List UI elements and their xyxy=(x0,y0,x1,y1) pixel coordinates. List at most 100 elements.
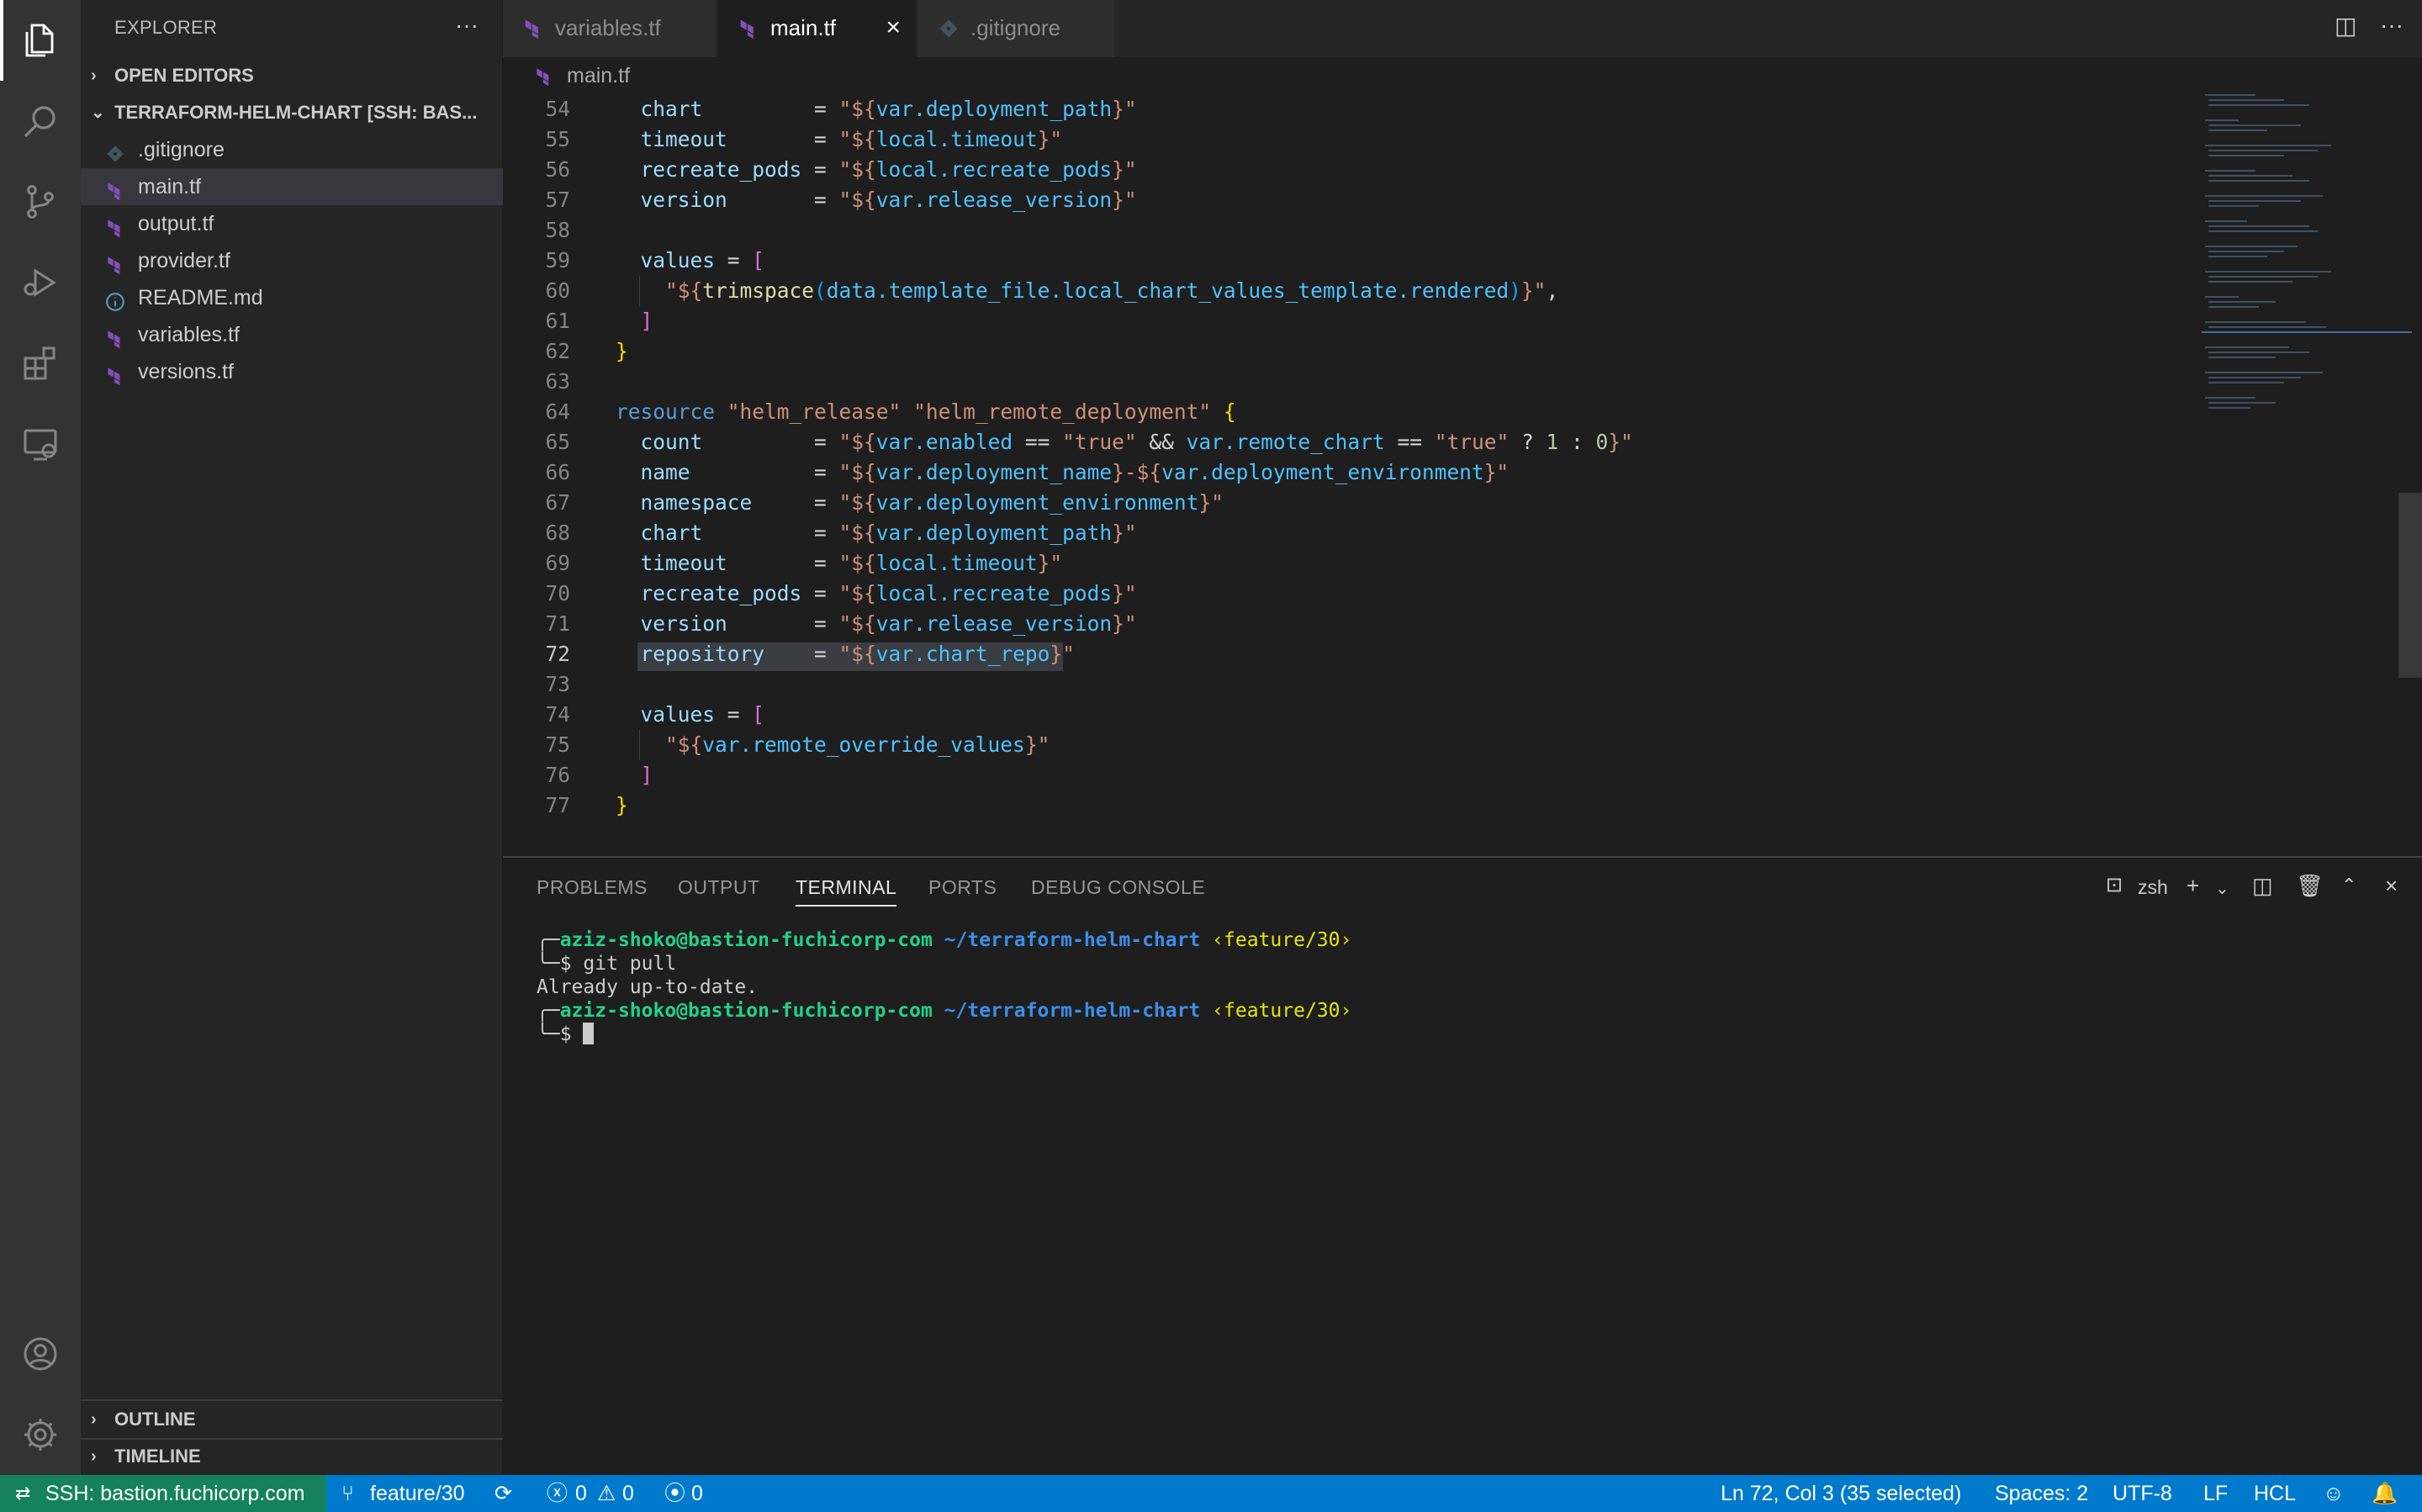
line-number: 71 xyxy=(545,611,570,636)
breadcrumb[interactable]: main.tf xyxy=(503,57,2422,94)
terminal-command: $ git pull xyxy=(559,953,677,975)
code-line: 59 values = [ xyxy=(503,246,2378,276)
explorer-icon[interactable] xyxy=(0,0,81,81)
editor-scrollbar[interactable] xyxy=(2398,493,2422,678)
code-text: "${trimspace(data.template_file.local_ch… xyxy=(616,278,1559,303)
minimap[interactable] xyxy=(2202,94,2412,856)
tab-actions: ◫ ··· xyxy=(2321,0,2422,57)
code-line: 60 "${trimspace(data.template_file.local… xyxy=(503,276,2378,306)
remote-label: SSH: bastion.fuchicorp.com xyxy=(45,1482,305,1505)
run-debug-icon[interactable] xyxy=(0,242,81,323)
code-text: repository = "${var.chart_repo}" xyxy=(616,642,1075,666)
terminal-input-line[interactable]: ╰─$ xyxy=(537,1023,595,1046)
tab-output[interactable]: OUTPUT xyxy=(678,876,760,899)
git-icon xyxy=(104,140,126,162)
terraform-icon xyxy=(104,251,126,275)
tab-terminal[interactable]: TERMINAL xyxy=(796,876,897,907)
line-number: 66 xyxy=(545,460,570,484)
open-editors-section[interactable]: › OPEN EDITORS xyxy=(81,57,503,94)
new-terminal-icon[interactable]: + xyxy=(2187,873,2199,899)
prompt-user: aziz-shoko@bastion-fuchicorp-com xyxy=(559,1000,933,1022)
tab-gitignore[interactable]: .gitignore xyxy=(918,0,1115,57)
tab-variables-tf[interactable]: variables.tf xyxy=(503,0,717,57)
explorer-title: EXPLORER xyxy=(114,17,218,38)
prompt-path: ~/terraform-helm-chart xyxy=(944,929,1201,951)
code-line: 70 recreate_pods = "${local.recreate_pod… xyxy=(503,579,2378,609)
source-control-icon[interactable] xyxy=(0,161,81,242)
tab-main-tf[interactable]: main.tf × xyxy=(718,0,917,57)
line-number: 75 xyxy=(545,732,570,757)
feedback-icon[interactable]: ☺ xyxy=(2323,1475,2345,1512)
close-panel-icon[interactable]: × xyxy=(2385,873,2398,899)
warning-icon: ⚠ xyxy=(597,1482,616,1505)
close-icon[interactable]: × xyxy=(886,0,901,56)
outline-section[interactable]: › OUTLINE xyxy=(81,1401,503,1438)
branch-label[interactable]: feature/30 xyxy=(370,1475,465,1512)
tab-ports[interactable]: PORTS xyxy=(928,876,997,899)
encoding[interactable]: UTF-8 xyxy=(2113,1475,2172,1512)
search-icon[interactable] xyxy=(0,81,81,161)
line-number: 77 xyxy=(545,793,570,817)
extensions-icon[interactable] xyxy=(0,323,81,404)
tab-label: variables.tf xyxy=(555,15,661,40)
chevron-right-icon: › xyxy=(91,66,97,85)
notifications-bell-icon[interactable]: 🔔 xyxy=(2372,1475,2398,1512)
chevron-down-icon[interactable]: ⌄ xyxy=(2215,878,2229,899)
code-editor[interactable]: 54 chart = "${var.deployment_path}" 55 ti… xyxy=(503,94,2422,856)
line-ending[interactable]: LF xyxy=(2203,1475,2228,1512)
line-number: 76 xyxy=(545,763,570,787)
code-text: chart = "${var.deployment_path}" xyxy=(616,521,1137,545)
remote-indicator[interactable]: ⇄ SSH: bastion.fuchicorp.com xyxy=(0,1475,326,1512)
tab-problems[interactable]: PROBLEMS xyxy=(537,876,648,899)
cursor-position[interactable]: Ln 72, Col 3 (35 selected) xyxy=(1721,1475,1961,1512)
split-editor-icon[interactable]: ◫ xyxy=(2335,12,2356,40)
split-terminal-icon[interactable]: ◫ xyxy=(2252,873,2273,899)
trash-icon[interactable]: 🗑 xyxy=(2296,873,2324,899)
editor-tabs: variables.tf main.tf × .gitignore ◫ ··· xyxy=(503,0,2422,57)
outline-label: OUTLINE xyxy=(114,1409,196,1430)
maximize-panel-icon[interactable]: ⌃ xyxy=(2341,875,2356,896)
chevron-down-icon: ⌄ xyxy=(91,103,105,122)
settings-gear-icon[interactable] xyxy=(0,1394,81,1475)
sync-icon[interactable]: ⟳ xyxy=(494,1475,512,1512)
ports-count[interactable]: 0 xyxy=(691,1475,703,1512)
line-number: 72 xyxy=(545,642,570,666)
code-line: 69 timeout = "${local.timeout}" xyxy=(503,548,2378,579)
code-line: 57 version = "${var.release_version}" xyxy=(503,185,2378,215)
remote-explorer-icon[interactable] xyxy=(0,404,81,484)
code-text: recreate_pods = "${local.recreate_pods}" xyxy=(616,157,1137,182)
file-item[interactable]: main.tf xyxy=(81,168,503,205)
code-text: recreate_pods = "${local.recreate_pods}" xyxy=(616,581,1137,605)
open-editors-label: OPEN EDITORS xyxy=(114,65,254,86)
line-number: 56 xyxy=(545,157,570,182)
timeline-section[interactable]: › TIMELINE xyxy=(81,1438,503,1475)
tab-debug-console[interactable]: DEBUG CONSOLE xyxy=(1031,876,1205,899)
indentation[interactable]: Spaces: 2 xyxy=(1995,1475,2088,1512)
language-mode[interactable]: HCL xyxy=(2254,1475,2296,1512)
file-item[interactable]: versions.tf xyxy=(81,353,503,390)
code-text: version = "${var.release_version}" xyxy=(616,188,1137,212)
code-text: values = [ xyxy=(616,248,765,272)
line-number: 74 xyxy=(545,702,570,727)
error-count[interactable]: 0 xyxy=(575,1475,587,1512)
folder-section[interactable]: ⌄ TERRAFORM-HELM-CHART [SSH: BAS... xyxy=(81,94,503,131)
code-line: 76 ] xyxy=(503,760,2378,790)
git-icon xyxy=(939,19,958,38)
remote-icon: ⇄ xyxy=(15,1483,31,1504)
more-actions-icon[interactable]: ··· xyxy=(2380,12,2403,39)
file-item[interactable]: provider.tf xyxy=(81,242,503,279)
code-line: 54 chart = "${var.deployment_path}" xyxy=(503,94,2378,124)
terraform-icon xyxy=(104,214,126,238)
explorer-more-icon[interactable]: ··· xyxy=(455,0,479,56)
file-item[interactable]: README.md xyxy=(81,279,503,316)
terminal-shell-icon[interactable]: ⊡ xyxy=(2106,873,2123,897)
file-item[interactable]: output.tf xyxy=(81,205,503,242)
warning-count[interactable]: 0 xyxy=(622,1475,634,1512)
file-name: provider.tf xyxy=(138,249,230,272)
terminal-prompt-line: ╭─aziz-shoko@bastion-fuchicorp-com ~/ter… xyxy=(537,1000,1352,1022)
file-item[interactable]: variables.tf xyxy=(81,316,503,353)
file-item[interactable]: .gitignore xyxy=(81,131,503,168)
branch-icon: ⑂ xyxy=(341,1482,355,1505)
accounts-icon[interactable] xyxy=(0,1314,81,1394)
terminal-shell-name[interactable]: zsh xyxy=(2138,876,2168,899)
